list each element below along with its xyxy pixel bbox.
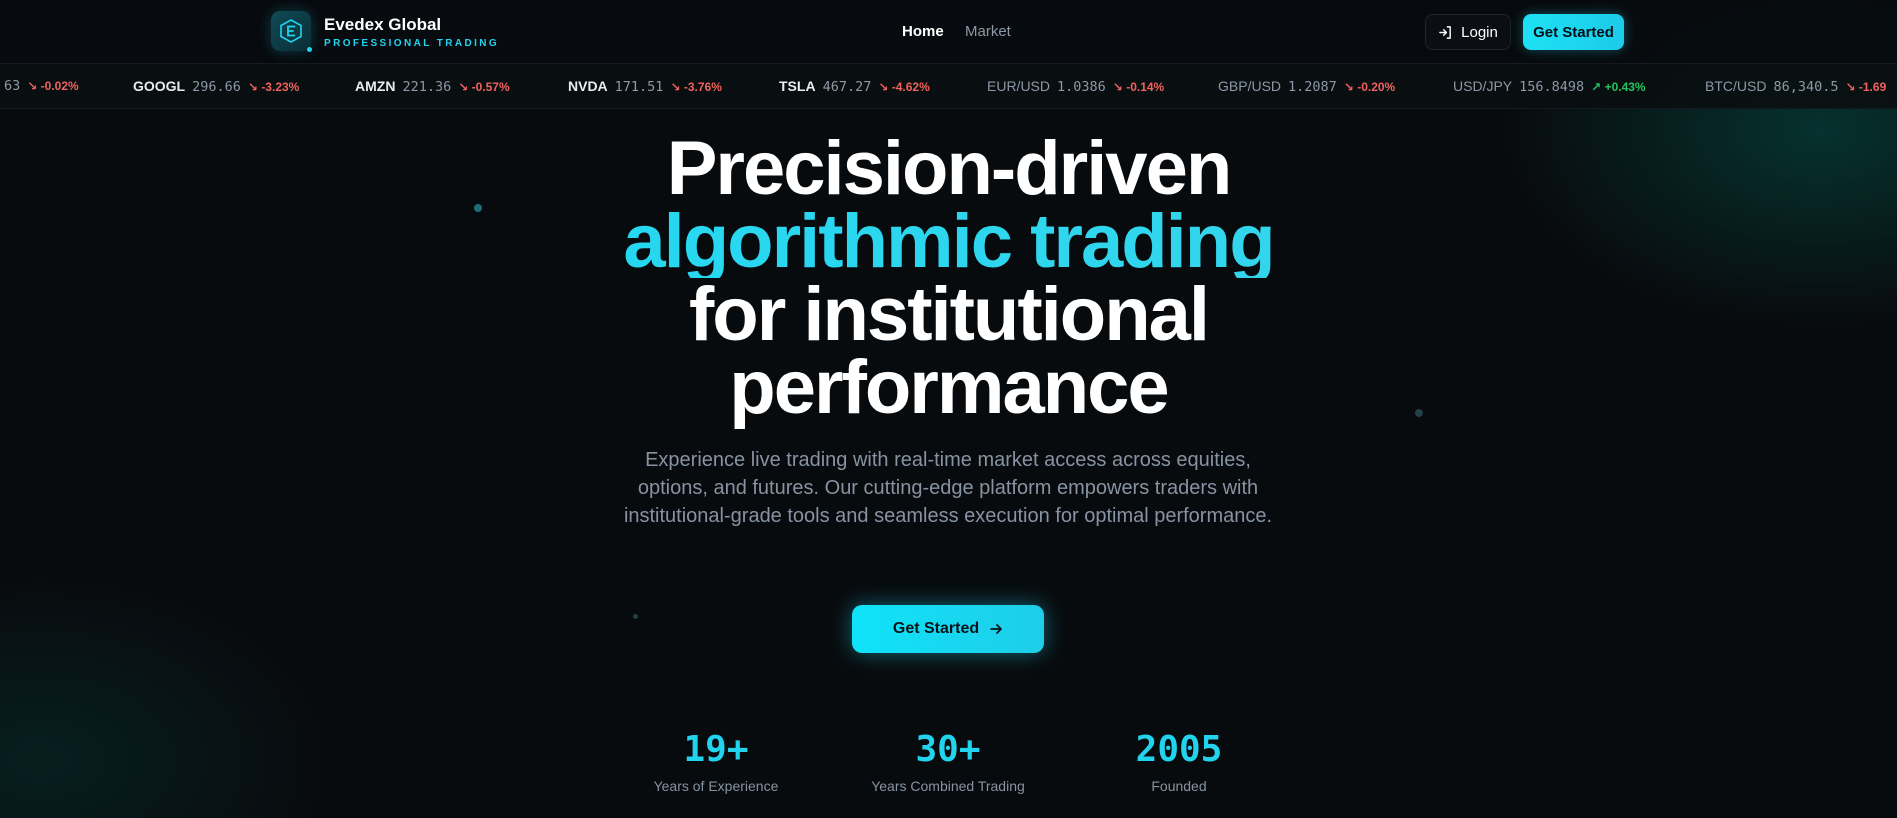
- ticker-change-value: -0.02%: [40, 79, 79, 93]
- trend-down-icon: ↘: [247, 80, 258, 94]
- trend-down-icon: ↘: [1343, 80, 1354, 94]
- trend-down-icon: ↘: [27, 79, 38, 93]
- trend-down-icon: ↘: [1112, 80, 1123, 94]
- hero-title-accent: algorithmic trading: [0, 204, 1897, 280]
- brand-tagline: PROFESSIONAL TRADING: [324, 38, 500, 49]
- ticker-change-value: +0.43%: [1604, 80, 1646, 94]
- logo-status-dot: [307, 47, 312, 52]
- ticker-item[interactable]: GOOGL 296.66 ↘ -3.23%: [133, 78, 299, 95]
- trend-down-icon: ↘: [670, 80, 681, 94]
- ticker-item[interactable]: EUR/USD 1.0386 ↘ -0.14%: [987, 78, 1164, 95]
- ticker-price: 296.66: [192, 79, 241, 95]
- hexagon-e-logo-icon: [280, 19, 302, 43]
- ticker-price: 156.8498: [1519, 79, 1585, 95]
- ticker-change: ↘ -0.57%: [458, 80, 509, 94]
- ticker-change: ↗ +0.43%: [1591, 80, 1645, 94]
- decorative-dot: [633, 614, 638, 619]
- ticker-price: 1.2087: [1288, 79, 1337, 95]
- hero-description: Experience live trading with real-time m…: [623, 449, 1273, 527]
- trend-down-icon: ↘: [878, 80, 889, 94]
- ticker-change: ↘ -4.62%: [878, 80, 929, 94]
- brand-name[interactable]: Evedex Global: [324, 15, 441, 35]
- stat-value: 19+: [683, 729, 749, 770]
- ticker-change-value: -3.23%: [261, 80, 300, 94]
- nav-link-market[interactable]: Market: [965, 23, 1011, 40]
- ticker-item[interactable]: AMZN 221.36 ↘ -0.57%: [355, 78, 510, 95]
- stat-founded: 2005 Founded: [1079, 729, 1279, 795]
- stat-value: 2005: [1135, 729, 1223, 770]
- ticker-symbol: USD/JPY: [1453, 78, 1513, 94]
- logo-icon[interactable]: [271, 11, 311, 51]
- ticker-change-value: -0.57%: [471, 80, 510, 94]
- stat-label: Years of Experience: [653, 778, 779, 794]
- ticker-change-value: -4.62%: [891, 80, 930, 94]
- sign-in-arrow-icon: [1439, 25, 1452, 39]
- ticker-price: 171.51: [614, 79, 664, 95]
- hero-title-line: for institutional: [688, 272, 1210, 357]
- hero-get-started-button[interactable]: Get Started: [852, 605, 1044, 653]
- ticker-symbol: GOOGL: [133, 78, 186, 94]
- stat-label: Years Combined Trading: [871, 778, 1025, 794]
- header-get-started-button[interactable]: Get Started: [1523, 14, 1624, 50]
- ticker-change: ↘ -3.76%: [670, 80, 721, 94]
- ticker-item[interactable]: BTC/USD 86,340.5 ↘ -1.69: [1705, 78, 1886, 95]
- trend-up-icon: ↗: [1591, 80, 1602, 94]
- login-label: Login: [1461, 23, 1498, 41]
- ticker-symbol: BTC/USD: [1705, 78, 1767, 94]
- market-ticker: 63 ↘ -0.02% GOOGL 296.66 ↘ -3.23% AMZN 2…: [0, 64, 1897, 109]
- ticker-item[interactable]: GBP/USD 1.2087 ↘ -0.20%: [1218, 78, 1395, 95]
- ticker-symbol: AMZN: [355, 78, 396, 94]
- ticker-symbol: NVDA: [568, 78, 608, 94]
- ticker-item[interactable]: 63 ↘ -0.02%: [4, 78, 79, 94]
- ticker-price: 86,340.5: [1773, 79, 1839, 95]
- login-button[interactable]: Login: [1425, 14, 1511, 50]
- ticker-symbol: EUR/USD: [987, 78, 1051, 94]
- ticker-change: ↘ -0.20%: [1344, 80, 1395, 94]
- stat-years-experience: 19+ Years of Experience: [616, 729, 816, 795]
- site-header: Evedex Global PROFESSIONAL TRADING Home …: [0, 0, 1897, 64]
- hero-title-line: Precision-driven: [666, 126, 1233, 211]
- nav-link-home[interactable]: Home: [902, 23, 944, 40]
- ticker-price: 63: [4, 78, 21, 94]
- ticker-price: 1.0386: [1057, 79, 1106, 95]
- ticker-change-value: -0.14%: [1126, 80, 1165, 94]
- ticker-change: ↘ -0.14%: [1113, 80, 1164, 94]
- ticker-item[interactable]: USD/JPY 156.8498 ↗ +0.43%: [1453, 78, 1646, 95]
- ticker-item[interactable]: NVDA 171.51 ↘ -3.76%: [568, 78, 722, 95]
- hero-title-line: performance: [729, 345, 1169, 430]
- ticker-change: ↘ -1.69: [1845, 80, 1886, 94]
- trend-down-icon: ↘: [1845, 80, 1856, 94]
- stat-value: 30+: [915, 729, 981, 770]
- ticker-symbol: TSLA: [779, 78, 816, 94]
- stat-combined-trading: 30+ Years Combined Trading: [848, 729, 1048, 795]
- hero-title: Precision-driven algorithmic trading for…: [0, 126, 1897, 430]
- page: Evedex Global PROFESSIONAL TRADING Home …: [0, 0, 1897, 818]
- ticker-change-value: -1.69: [1858, 80, 1887, 94]
- hero-cta-label: Get Started: [892, 620, 980, 637]
- trend-down-icon: ↘: [458, 80, 469, 94]
- ticker-change-value: -0.20%: [1357, 80, 1396, 94]
- ticker-change: ↘ -3.23%: [248, 80, 299, 94]
- ticker-price: 221.36: [402, 79, 452, 95]
- ticker-change: ↘ -0.02%: [27, 79, 78, 93]
- ticker-change-value: -3.76%: [683, 80, 722, 94]
- stat-label: Founded: [1151, 778, 1207, 794]
- ticker-item[interactable]: TSLA 467.27 ↘ -4.62%: [779, 78, 930, 95]
- ticker-symbol: GBP/USD: [1218, 78, 1282, 94]
- arrow-right-icon: [990, 624, 1003, 634]
- ticker-price: 467.27: [822, 79, 872, 95]
